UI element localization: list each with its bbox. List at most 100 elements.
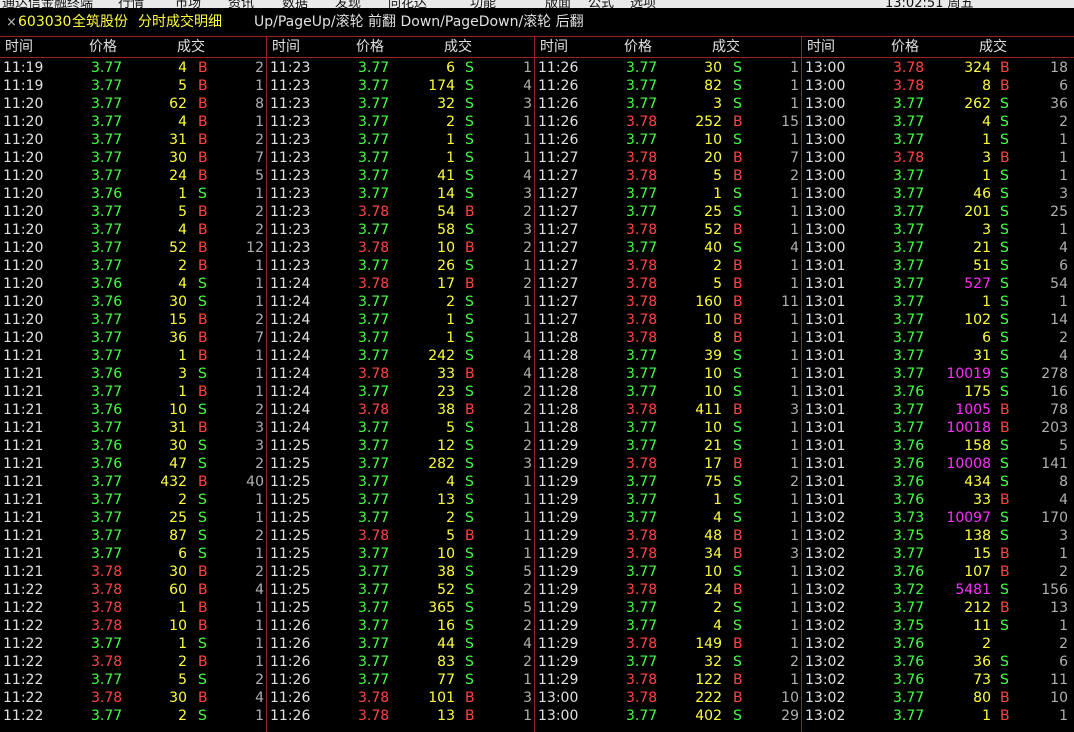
tick-row[interactable]: 11:26 3.77 30 S 1 [535,59,801,77]
tick-row[interactable]: 11:25 3.77 52 S 2 [267,581,534,599]
tick-row[interactable]: 11:22 3.78 60 B 4 [0,581,266,599]
tick-row[interactable]: 13:00 3.78 8 B 6 [802,77,1074,95]
tick-row[interactable]: 11:25 3.77 10 S 1 [267,545,534,563]
tick-row[interactable]: 11:22 3.78 2 B 1 [0,653,266,671]
tick-row[interactable]: 11:29 3.77 32 S 2 [535,653,801,671]
tick-row[interactable]: 13:00 3.77 201 S 25 [802,203,1074,221]
tick-row[interactable]: 11:27 3.78 160 B 11 [535,293,801,311]
tick-row[interactable]: 11:28 3.77 10 S 1 [535,419,801,437]
tick-row[interactable]: 11:27 3.78 2 B 1 [535,257,801,275]
tick-row[interactable]: 11:20 3.77 36 B 7 [0,329,266,347]
tick-row[interactable]: 13:02 3.76 73 S 11 [802,671,1074,689]
tick-row[interactable]: 13:00 3.77 46 S 3 [802,185,1074,203]
tick-row[interactable]: 11:24 3.77 1 S 1 [267,311,534,329]
tick-row[interactable]: 11:26 3.78 101 B 3 [267,689,534,707]
menu-item[interactable]: 功能 [470,0,496,8]
tick-row[interactable]: 11:28 3.78 8 B 1 [535,329,801,347]
tick-row[interactable]: 11:22 3.77 5 S 2 [0,671,266,689]
tick-row[interactable]: 11:21 3.77 1 B 1 [0,347,266,365]
tick-row[interactable]: 11:29 3.78 34 B 3 [535,545,801,563]
tick-row[interactable]: 11:19 3.77 5 B 1 [0,77,266,95]
tick-row[interactable]: 11:25 3.77 282 S 3 [267,455,534,473]
tick-row[interactable]: 13:01 3.77 10019 S 278 [802,365,1074,383]
tick-row[interactable]: 11:27 3.77 1 S 1 [535,185,801,203]
tick-row[interactable]: 13:01 3.76 158 S 5 [802,437,1074,455]
tick-row[interactable]: 11:21 3.77 87 S 2 [0,527,266,545]
tick-row[interactable]: 11:25 3.77 2 S 1 [267,509,534,527]
tick-row[interactable]: 11:24 3.77 5 S 1 [267,419,534,437]
tick-row[interactable]: 13:00 3.78 3 B 1 [802,149,1074,167]
tick-row[interactable]: 13:02 3.73 10097 S 170 [802,509,1074,527]
tick-row[interactable]: 11:21 3.77 1 B 1 [0,383,266,401]
tick-row[interactable]: 11:29 3.78 17 B 1 [535,455,801,473]
menu-item[interactable]: 资讯 [228,0,254,8]
tick-row[interactable]: 13:00 3.77 1 S 1 [802,167,1074,185]
tick-row[interactable]: 11:25 3.77 38 S 5 [267,563,534,581]
tick-row[interactable]: 11:24 3.77 242 S 4 [267,347,534,365]
tick-row[interactable]: 13:00 3.77 21 S 4 [802,239,1074,257]
tick-row[interactable]: 11:26 3.78 13 B 1 [267,707,534,725]
tick-row[interactable]: 11:21 3.77 6 S 1 [0,545,266,563]
tick-row[interactable]: 11:20 3.77 4 B 1 [0,113,266,131]
tick-row[interactable]: 11:23 3.77 174 S 4 [267,77,534,95]
tick-row[interactable]: 11:20 3.77 30 B 7 [0,149,266,167]
close-icon[interactable]: × [6,15,17,31]
tick-row[interactable]: 11:25 3.77 13 S 1 [267,491,534,509]
tick-row[interactable]: 11:22 3.77 2 S 1 [0,707,266,725]
tick-row[interactable]: 13:00 3.77 1 S 1 [802,131,1074,149]
tick-row[interactable]: 11:21 3.76 3 S 1 [0,365,266,383]
tick-row[interactable]: 11:23 3.78 10 B 2 [267,239,534,257]
tick-row[interactable]: 13:02 3.77 80 B 10 [802,689,1074,707]
tick-row[interactable]: 11:26 3.77 3 S 1 [535,95,801,113]
tick-row[interactable]: 11:23 3.77 1 S 1 [267,131,534,149]
tick-row[interactable]: 13:02 3.72 5481 S 156 [802,581,1074,599]
tick-row[interactable]: 11:23 3.77 58 S 3 [267,221,534,239]
tick-row[interactable]: 11:26 3.77 10 S 1 [535,131,801,149]
tick-row[interactable]: 11:25 3.77 12 S 2 [267,437,534,455]
tick-row[interactable]: 11:29 3.78 24 B 1 [535,581,801,599]
tick-row[interactable]: 11:27 3.78 5 B 1 [535,275,801,293]
tick-row[interactable]: 11:29 3.77 1 S 1 [535,491,801,509]
tick-row[interactable]: 13:01 3.77 527 S 54 [802,275,1074,293]
tick-row[interactable]: 11:20 3.77 24 B 5 [0,167,266,185]
menu-item[interactable]: 市场 [175,0,201,8]
tick-row[interactable]: 11:28 3.77 10 S 1 [535,365,801,383]
tick-row[interactable]: 13:00 3.77 4 S 2 [802,113,1074,131]
tick-row[interactable]: 13:00 3.77 402 S 29 [535,707,801,725]
tick-row[interactable]: 11:22 3.77 1 S 1 [0,635,266,653]
tick-row[interactable]: 11:21 3.77 432 B 40 [0,473,266,491]
tick-row[interactable]: 11:27 3.78 52 B 1 [535,221,801,239]
menu-item[interactable]: 13:02:51 周五 [885,0,974,8]
tick-row[interactable]: 11:20 3.77 2 B 1 [0,257,266,275]
tick-row[interactable]: 13:01 3.77 6 S 2 [802,329,1074,347]
tick-row[interactable]: 11:29 3.78 149 B 1 [535,635,801,653]
tick-row[interactable]: 13:01 3.76 434 S 8 [802,473,1074,491]
tick-row[interactable]: 13:02 3.77 1 B 1 [802,707,1074,725]
tick-row[interactable]: 11:28 3.77 39 S 1 [535,347,801,365]
tick-row[interactable]: 11:20 3.76 4 S 1 [0,275,266,293]
tick-row[interactable]: 11:24 3.77 1 S 1 [267,329,534,347]
tick-row[interactable]: 13:01 3.77 51 S 6 [802,257,1074,275]
tick-row[interactable]: 11:22 3.78 10 B 1 [0,617,266,635]
tick-row[interactable]: 13:01 3.77 1 S 1 [802,293,1074,311]
tick-row[interactable]: 11:20 3.77 31 B 2 [0,131,266,149]
tick-row[interactable]: 11:21 3.76 10 S 2 [0,401,266,419]
tick-row[interactable]: 11:27 3.77 40 S 4 [535,239,801,257]
tick-row[interactable]: 11:20 3.77 52 B 12 [0,239,266,257]
tick-row[interactable]: 11:25 3.78 5 B 1 [267,527,534,545]
tick-row[interactable]: 13:01 3.76 175 S 16 [802,383,1074,401]
menu-item[interactable]: 版面 [545,0,571,8]
tick-row[interactable]: 11:28 3.77 10 S 1 [535,383,801,401]
menu-item[interactable]: 公式 [588,0,614,8]
menu-item[interactable]: 发现 [335,0,361,8]
tick-row[interactable]: 11:21 3.78 30 B 2 [0,563,266,581]
tick-row[interactable]: 13:01 3.76 10008 S 141 [802,455,1074,473]
tick-row[interactable]: 11:20 3.77 4 B 2 [0,221,266,239]
tick-row[interactable]: 13:00 3.78 324 B 18 [802,59,1074,77]
tick-row[interactable]: 13:02 3.75 11 S 1 [802,617,1074,635]
tick-row[interactable]: 11:20 3.77 5 B 2 [0,203,266,221]
tick-row[interactable]: 13:00 3.78 222 B 10 [535,689,801,707]
tick-row[interactable]: 11:26 3.77 83 S 2 [267,653,534,671]
tick-row[interactable]: 11:21 3.77 2 S 1 [0,491,266,509]
tick-row[interactable]: 11:23 3.77 2 S 1 [267,113,534,131]
